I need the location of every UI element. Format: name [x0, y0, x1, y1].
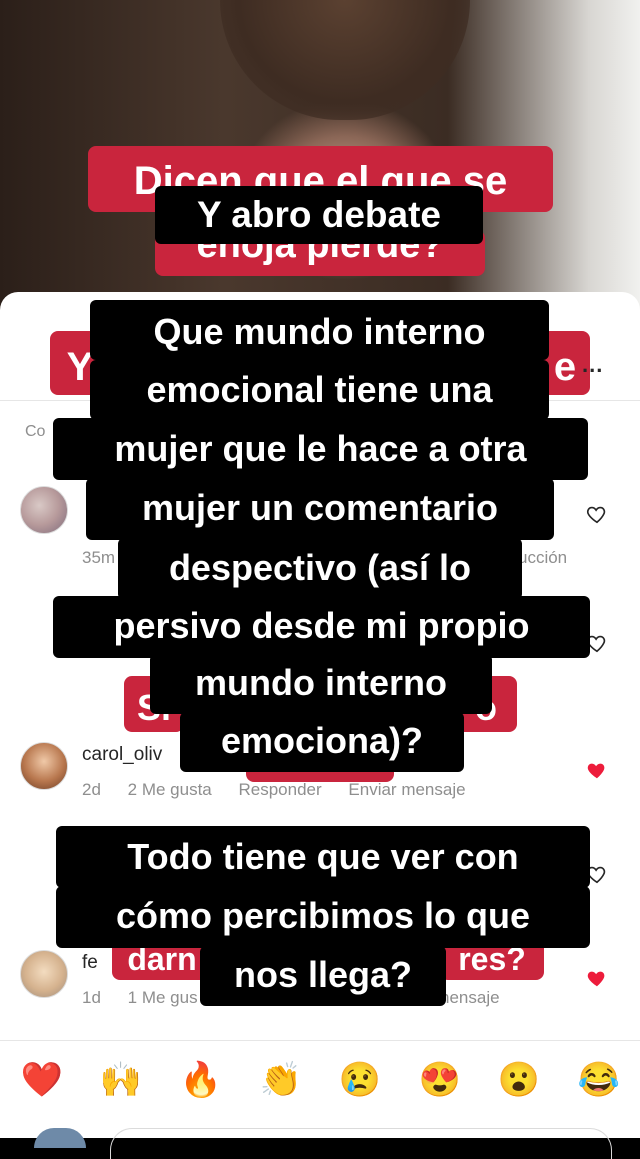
caption-debate: Y abro debate [155, 186, 483, 244]
send-message-link[interactable]: ucción [518, 548, 567, 568]
fire-emoji-icon[interactable]: 🔥 [179, 1058, 223, 1102]
emoji-reaction-bar: ❤️ 🙌 🔥 👏 😢 😍 😮 😂 [0, 1058, 640, 1108]
caption-line: persivo desde mi propio [53, 596, 590, 658]
liked-heart-icon[interactable] [586, 967, 608, 989]
caption-line: Todo tiene que ver con [56, 826, 590, 888]
comments-label: Co [25, 423, 46, 440]
comment-username[interactable]: fe [82, 952, 98, 974]
more-options-icon[interactable]: ... [582, 352, 603, 378]
heart-emoji-icon[interactable]: ❤️ [20, 1058, 64, 1102]
comment-time: 2d [82, 780, 101, 799]
heart-eyes-emoji-icon[interactable]: 😍 [418, 1058, 462, 1102]
avatar[interactable] [20, 950, 68, 998]
comment-likes[interactable]: 2 Me gusta [128, 780, 212, 799]
caption-line: despectivo (así lo [118, 538, 522, 600]
like-outline-icon[interactable] [586, 503, 608, 525]
liked-heart-icon[interactable] [586, 759, 608, 781]
comment-input[interactable] [110, 1128, 612, 1159]
caption-line: emociona)? [180, 712, 464, 772]
send-message-link[interactable]: Enviar mensaje [348, 780, 465, 799]
comment-time: 35m [82, 548, 116, 567]
comment-meta: 1d 1 Me gus [82, 988, 220, 1008]
caption-line: mundo interno [150, 654, 492, 714]
surprised-emoji-icon[interactable]: 😮 [497, 1058, 541, 1102]
comment-time: 1d [82, 988, 101, 1007]
comment-username[interactable]: carol_oliv [82, 744, 162, 766]
video-person [220, 0, 470, 120]
comment-likes[interactable]: 1 Me gus [128, 988, 198, 1007]
laughing-emoji-icon[interactable]: 😂 [577, 1058, 621, 1102]
avatar[interactable] [20, 486, 68, 534]
reply-link[interactable]: Responder [239, 780, 322, 799]
avatar[interactable] [20, 742, 68, 790]
caption-line: cómo percibimos lo que [56, 886, 590, 948]
caption-line: Que mundo interno [90, 300, 549, 360]
raised-hands-emoji-icon[interactable]: 🙌 [99, 1058, 143, 1102]
caption-line: mujer que le hace a otra [53, 418, 588, 480]
caption-line: emocional tiene una [90, 360, 549, 420]
crying-emoji-icon[interactable]: 😢 [338, 1058, 382, 1102]
send-message-link[interactable]: nensaje [440, 988, 500, 1008]
emoji-divider [0, 1040, 640, 1041]
caption-line: mujer un comentario [86, 478, 554, 540]
caption-line: nos llega? [200, 946, 446, 1006]
clapping-emoji-icon[interactable]: 👏 [259, 1058, 303, 1102]
comment-meta: 2d 2 Me gusta Responder Enviar mensaje [82, 780, 488, 800]
